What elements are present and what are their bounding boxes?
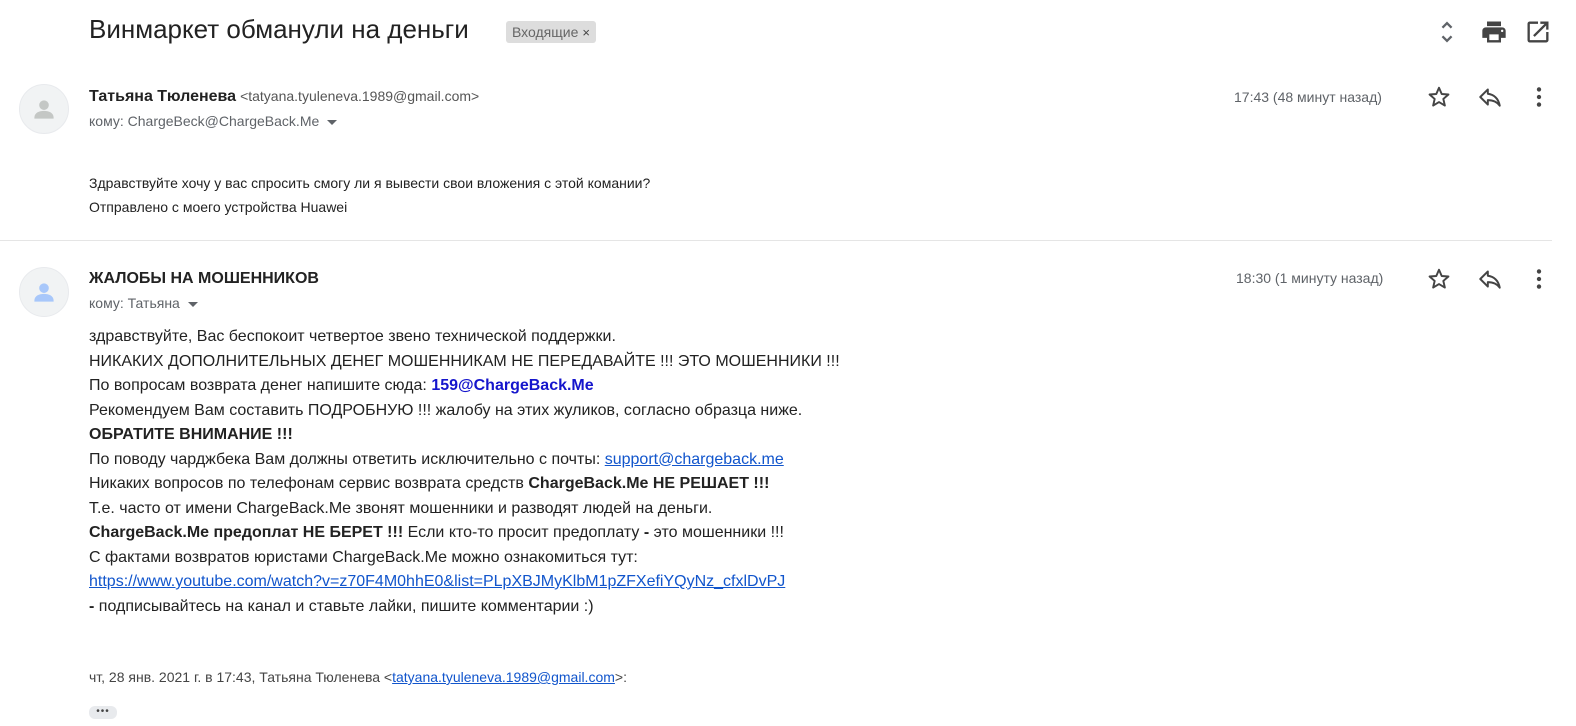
body-line: По вопросам возврата денег напишите сюда… <box>89 374 840 399</box>
body-text: подписывайтесь на канал и ставьте лайки,… <box>94 597 594 615</box>
message-body: Здравствуйте хочу у вас спросить смогу л… <box>89 171 650 219</box>
body-text: Если кто-то просит предоплату <box>403 524 644 541</box>
expand-collapse-icon[interactable] <box>1433 18 1461 46</box>
body-line: ChargeBack.Me предоплат НЕ БЕРЕТ !!! Есл… <box>89 521 840 546</box>
chevron-down-icon[interactable] <box>187 301 198 307</box>
star-icon[interactable] <box>1426 266 1452 292</box>
thread-subject: Винмаркет обманули на деньги <box>89 14 469 44</box>
open-in-new-window-icon[interactable] <box>1524 18 1552 46</box>
sender-email: <tatyana.tyuleneva.1989@gmail.com> <box>240 88 480 104</box>
more-vert-icon[interactable] <box>1526 266 1552 292</box>
refund-email-link[interactable]: 159@ChargeBack.Me <box>431 377 593 394</box>
body-line: ОБРАТИТЕ ВНИМАНИЕ !!! <box>89 426 293 443</box>
quote-email-link[interactable]: tatyana.tyuleneva.1989@gmail.com <box>392 669 615 685</box>
body-line: Отправлено с моего устройства Huawei <box>89 199 348 215</box>
youtube-link[interactable]: https://www.youtube.com/watch?v=z70F4M0h… <box>89 573 785 590</box>
reply-icon[interactable] <box>1477 84 1503 110</box>
body-line: С фактами возвратов юристами ChargeBack.… <box>89 548 638 566</box>
body-text: По поводу чарджбека Вам должны ответить … <box>89 450 605 468</box>
recipient-text: кому: Татьяна <box>89 295 180 311</box>
message-time: 18:30 (1 минуту назад) <box>1236 270 1384 286</box>
label-text: Входящие <box>512 24 579 40</box>
body-line: здравствуйте, Вас беспокоит четвертое зв… <box>89 328 616 345</box>
body-text: По вопросам возврата денег напишите сюда… <box>89 377 432 394</box>
quote-prefix: чт, 28 янв. 2021 г. в 17:43, Татьяна Тюл… <box>89 669 393 685</box>
ellipsis-icon: ••• <box>96 706 110 717</box>
sender-name[interactable]: ЖАЛОБЫ НА МОШЕННИКОВ <box>89 270 319 288</box>
quote-suffix: >: <box>614 669 627 685</box>
remove-label-icon[interactable]: × <box>582 25 590 40</box>
body-bold-text: ChargeBack.Me предоплат НЕ БЕРЕТ !!! <box>89 524 404 541</box>
message-time: 17:43 (48 минут назад) <box>1234 89 1382 105</box>
message-body: здравствуйте, Вас беспокоит четвертое зв… <box>89 325 840 619</box>
body-line: - подписывайтесь на канал и ставьте лайк… <box>89 595 840 620</box>
show-trimmed-content-button[interactable]: ••• <box>89 706 117 719</box>
sender-name[interactable]: Татьяна Тюленева <tatyana.tyuleneva.1989@… <box>89 88 479 106</box>
reply-icon[interactable] <box>1477 266 1503 292</box>
body-line: По поводу чарджбека Вам должны ответить … <box>89 448 840 473</box>
star-icon[interactable] <box>1426 84 1452 110</box>
sender-name-text[interactable]: Татьяна Тюленева <box>89 88 236 105</box>
body-line: https://www.youtube.com/watch?v=z70F4M0h… <box>89 570 840 595</box>
support-email-link[interactable]: support@chargeback.me <box>605 451 784 468</box>
body-bold-text: ChargeBack.Me НЕ РЕШАЕТ !!! <box>528 475 770 492</box>
body-line: Т.е. часто от имени ChargeBack.Me звонят… <box>89 499 713 517</box>
recipient-details-toggle[interactable]: кому: Татьяна <box>89 295 198 311</box>
more-vert-icon[interactable] <box>1526 84 1552 110</box>
sender-avatar[interactable] <box>19 84 69 134</box>
recipient-details-toggle[interactable]: кому: ChargeBeck@ChargeBack.Me <box>89 113 338 129</box>
body-line: НИКАКИХ ДОПОЛНИТЕЛЬНЫХ ДЕНЕГ МОШЕННИКАМ … <box>89 352 840 370</box>
sender-avatar[interactable] <box>19 267 69 317</box>
body-text: Никаких вопросов по телефонам сервис воз… <box>89 475 529 492</box>
body-line: Рекомендуем Вам составить ПОДРОБНУЮ !!! … <box>89 401 803 419</box>
recipient-text: кому: ChargeBeck@ChargeBack.Me <box>89 113 320 129</box>
message-divider <box>0 240 1552 241</box>
body-line: Никаких вопросов по телефонам сервис воз… <box>89 472 840 497</box>
body-line: Здравствуйте хочу у вас спросить смогу л… <box>89 175 651 191</box>
print-icon[interactable] <box>1480 18 1508 46</box>
quoted-message-header: чт, 28 янв. 2021 г. в 17:43, Татьяна Тюл… <box>89 669 627 685</box>
chevron-down-icon[interactable] <box>327 119 338 125</box>
body-text: это мошенники !!! <box>649 524 784 541</box>
inbox-label-chip[interactable]: Входящие × <box>506 21 596 43</box>
